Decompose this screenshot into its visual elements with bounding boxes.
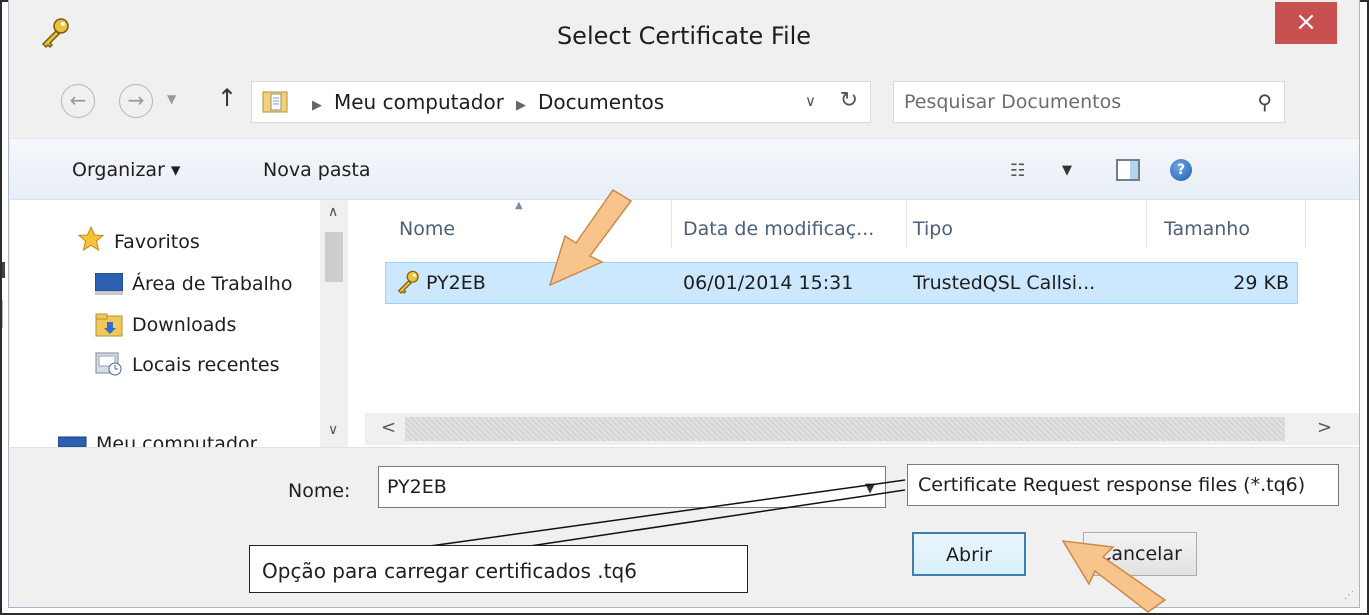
sidebar-item-my-computer[interactable]: Meu computador [96, 434, 257, 447]
sidebar-item-downloads[interactable]: Downloads [132, 314, 236, 336]
column-divider [671, 200, 672, 248]
search-box[interactable]: ⚲ [893, 81, 1285, 123]
navigation-bar: ← → ▼ ↑ ▶ Meu computador ▶ Documentos ∨ ↻ ⚲ [9, 70, 1359, 130]
file-date: 06/01/2014 15:31 [683, 272, 854, 294]
sidebar-item-favorites[interactable]: Favoritos [114, 231, 200, 253]
file-type-filter-value[interactable]: Certificate Request response files (*.tq… [918, 474, 1305, 496]
file-type: TrustedQSL Callsi... [913, 272, 1096, 294]
annotation-callout: Opção para carregar certificados .tq6 [249, 545, 748, 593]
help-icon[interactable]: ? [1170, 159, 1192, 181]
address-dropdown-icon[interactable]: ∨ [805, 92, 816, 110]
filename-combobox[interactable]: PY2EB ▼ [378, 466, 886, 508]
breadcrumb-my-computer[interactable]: Meu computador [334, 90, 504, 114]
file-type-filter-select[interactable]: Certificate Request response files (*.tq… [907, 464, 1339, 506]
column-header-name[interactable]: Nome [399, 218, 455, 240]
column-header-size[interactable]: Tamanho [1164, 218, 1250, 240]
organize-menu-button[interactable]: Organizar ▾ [72, 159, 180, 181]
key-icon [397, 270, 419, 294]
navigation-pane: Favoritos Área de Trabalho Downloads Loc… [10, 200, 350, 447]
column-divider [1305, 200, 1306, 248]
scroll-left-icon[interactable]: < [381, 417, 396, 438]
breadcrumb-separator-icon: ▶ [312, 98, 322, 113]
back-button[interactable]: ← [61, 84, 95, 118]
document-edge-line [2, 300, 3, 328]
file-list: ▲ Nome Data de modificaç... Tipo Tamanho… [365, 200, 1359, 447]
scroll-right-icon[interactable]: > [1317, 417, 1332, 438]
filename-field[interactable]: PY2EB [387, 476, 447, 498]
dialog-title: Select Certificate File [556, 22, 812, 50]
command-toolbar: Organizar ▾ Nova pasta ☷ ▼ ? [10, 138, 1359, 200]
downloads-folder-icon [95, 313, 123, 337]
desktop-icon [95, 273, 123, 295]
breadcrumb: ▶ Meu computador ▶ Documentos [300, 90, 664, 114]
computer-icon [58, 436, 87, 447]
file-row-selected[interactable]: PY2EB 06/01/2014 15:31 TrustedQSL Callsi… [385, 262, 1298, 304]
select-certificate-dialog: Select Certificate File × ← → ▼ ↑ ▶ Meu c… [8, 0, 1360, 608]
resize-grip-icon[interactable]: ⋰ [1344, 590, 1354, 601]
column-divider [906, 200, 907, 248]
close-button[interactable]: × [1275, 2, 1337, 44]
search-icon[interactable]: ⚲ [1257, 90, 1272, 114]
folder-icon [262, 91, 288, 113]
open-button[interactable]: Abrir [912, 532, 1026, 576]
refresh-icon[interactable]: ↻ [840, 88, 858, 113]
sort-ascending-icon: ▲ [515, 200, 523, 211]
sidebar-item-desktop[interactable]: Área de Trabalho [132, 273, 292, 295]
column-divider [1146, 200, 1147, 248]
file-name: PY2EB [426, 272, 486, 294]
address-bar[interactable]: ▶ Meu computador ▶ Documentos ∨ ↻ [251, 81, 871, 123]
sidebar-item-recent-places[interactable]: Locais recentes [132, 354, 279, 376]
views-dropdown-icon[interactable]: ▼ [1062, 163, 1072, 178]
scroll-up-icon[interactable]: ∧ [328, 204, 338, 220]
scroll-thumb[interactable] [325, 232, 343, 282]
views-icon[interactable]: ☷ [1010, 161, 1026, 181]
document-edge-mark [2, 262, 5, 278]
scroll-track[interactable] [405, 417, 1285, 441]
column-header-type[interactable]: Tipo [913, 218, 953, 240]
chevron-down-icon[interactable]: ▼ [865, 481, 875, 496]
file-size: 29 KB [1233, 272, 1289, 294]
breadcrumb-separator-icon: ▶ [515, 98, 526, 113]
preview-pane-icon[interactable] [1116, 159, 1140, 181]
star-icon [78, 226, 104, 252]
up-button[interactable]: ↑ [217, 84, 237, 112]
search-input[interactable] [904, 88, 1234, 116]
title-bar: Select Certificate File × [9, 0, 1359, 70]
breadcrumb-documents[interactable]: Documentos [538, 90, 664, 114]
filename-label: Nome: [288, 480, 351, 502]
horizontal-scrollbar[interactable]: < > [365, 413, 1359, 445]
recent-places-icon [95, 352, 122, 376]
scroll-down-icon[interactable]: ∨ [328, 422, 338, 438]
new-folder-button[interactable]: Nova pasta [263, 159, 370, 181]
recent-locations-chevron-icon[interactable]: ▼ [167, 92, 176, 106]
forward-button[interactable]: → [119, 84, 153, 118]
browser-main-area: Favoritos Área de Trabalho Downloads Loc… [10, 200, 1359, 447]
column-header-date[interactable]: Data de modificaç... [683, 218, 874, 240]
annotation-text: Opção para carregar certificados .tq6 [262, 559, 637, 583]
sidebar-scrollbar[interactable]: ∧ ∨ [320, 200, 348, 447]
cancel-button[interactable]: Cancelar [1083, 532, 1197, 576]
